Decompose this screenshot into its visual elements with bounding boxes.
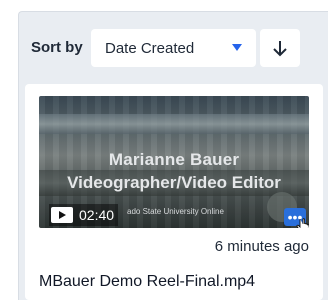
thumbnail-org-text: ado State University Online bbox=[127, 207, 224, 216]
upload-time-ago: 6 minutes ago bbox=[214, 238, 309, 255]
thumbnail-role-text: Videographer/Video Editor bbox=[67, 173, 281, 192]
sort-direction-button[interactable] bbox=[260, 29, 300, 67]
duration-text: 02:40 bbox=[79, 207, 115, 223]
arrow-down-icon bbox=[273, 41, 287, 57]
sort-select-value: Date Created bbox=[105, 39, 195, 57]
sort-by-label: Sort by bbox=[31, 39, 83, 56]
media-card[interactable]: Marianne Bauer Videographer/Video Editor… bbox=[25, 84, 323, 300]
sort-select[interactable]: Date Created bbox=[91, 29, 256, 67]
thumbnail-name-text: Marianne Bauer bbox=[108, 150, 240, 169]
hand-cursor-icon bbox=[296, 218, 309, 228]
media-panel: Sort by Date Created Marianne Bauer Vide… bbox=[18, 11, 328, 300]
video-thumbnail[interactable]: Marianne Bauer Videographer/Video Editor… bbox=[39, 96, 309, 228]
play-icon bbox=[51, 207, 73, 223]
chevron-down-icon bbox=[232, 44, 242, 51]
media-filename[interactable]: MBauer Demo Reel-Final.mp4 bbox=[39, 273, 255, 291]
duration-badge: 02:40 bbox=[49, 204, 119, 226]
